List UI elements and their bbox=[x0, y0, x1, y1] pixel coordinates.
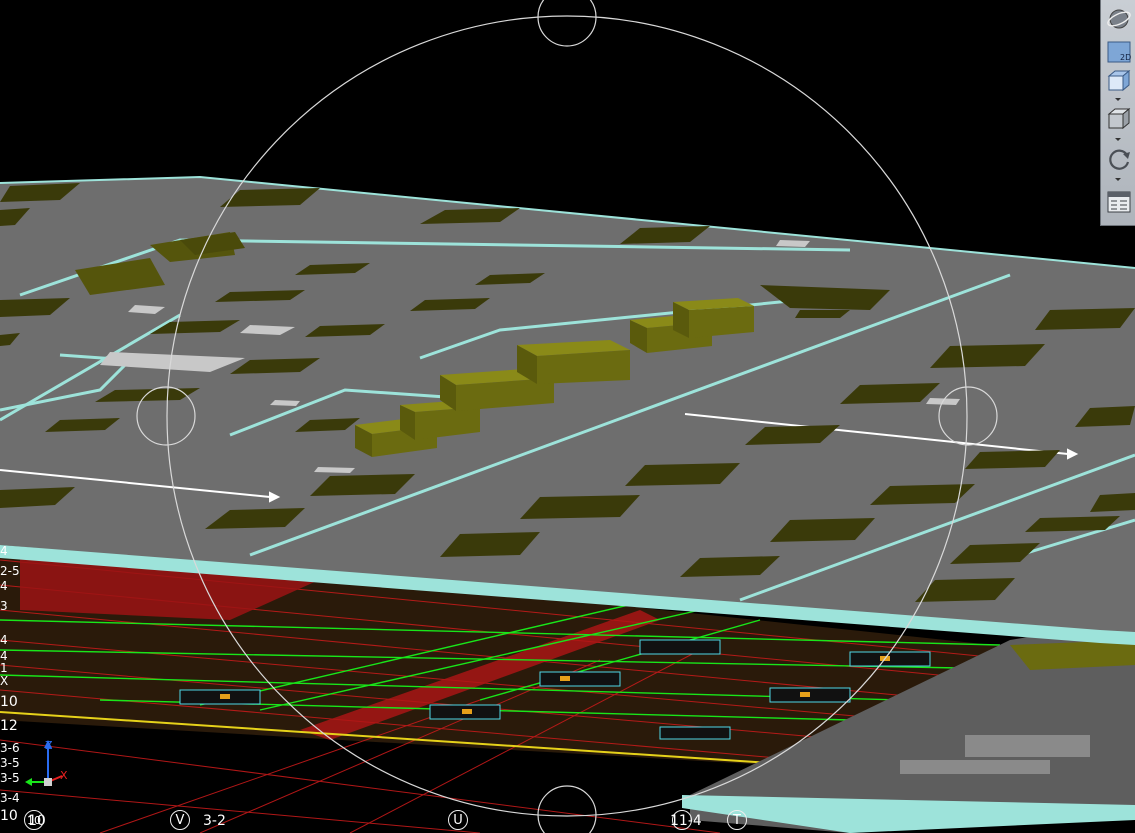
view-solid-box-icon bbox=[1107, 107, 1130, 130]
view-settings-panel-icon bbox=[1107, 191, 1130, 213]
view-2d-button[interactable]: 2D bbox=[1104, 37, 1133, 67]
side-label: 12 bbox=[0, 718, 18, 734]
view-solid-box-button[interactable] bbox=[1104, 104, 1133, 134]
orbit-handle-top bbox=[537, 0, 597, 47]
3d-viewport[interactable]: Z X 4 2-5 4 3 4 4 1 X 10 12 3-6 3-5 3-5 … bbox=[0, 0, 1135, 833]
view-2d-icon: 2D bbox=[1107, 41, 1131, 63]
grid-bubble: V bbox=[170, 810, 190, 830]
side-label: 4 bbox=[0, 633, 8, 647]
orbit-handle-bottom bbox=[537, 785, 597, 833]
orbit-rotate-icon bbox=[1108, 149, 1130, 170]
navigation-wheel-icon bbox=[1106, 9, 1131, 29]
side-label: 3-5 bbox=[0, 771, 20, 785]
chevron-down-icon[interactable] bbox=[1115, 178, 1121, 181]
model-scene[interactable] bbox=[0, 0, 1135, 833]
axis-z-label: Z bbox=[45, 739, 53, 752]
grid-label: 3-2 bbox=[203, 813, 226, 829]
side-label: 3-5 bbox=[0, 756, 20, 770]
view-3d-box-icon bbox=[1107, 69, 1130, 92]
side-label: 3 bbox=[0, 599, 8, 613]
view-3d-box-button[interactable] bbox=[1104, 66, 1133, 96]
side-label: 3-6 bbox=[0, 741, 20, 755]
side-label: 4 bbox=[0, 579, 8, 593]
chevron-down-icon[interactable] bbox=[1115, 138, 1121, 141]
grid-label: 11-4 bbox=[670, 813, 702, 829]
grid-bubble: T bbox=[727, 810, 747, 830]
side-label: 10 bbox=[0, 694, 18, 710]
side-label: 3-4 bbox=[0, 791, 20, 805]
navigation-wheel-button[interactable] bbox=[1104, 4, 1133, 34]
side-label: 10 bbox=[0, 808, 18, 824]
svg-text:2D: 2D bbox=[1120, 53, 1131, 62]
view-settings-button[interactable] bbox=[1104, 187, 1133, 217]
navigation-toolbar: 2D bbox=[1100, 0, 1135, 226]
grid-label: 10 bbox=[28, 813, 46, 829]
orbit-rotate-button[interactable] bbox=[1104, 144, 1133, 174]
axis-x-label: X bbox=[60, 769, 68, 782]
chevron-down-icon[interactable] bbox=[1115, 98, 1121, 101]
side-label: X bbox=[0, 674, 9, 688]
side-label: 2-5 bbox=[0, 564, 20, 578]
grid-bubble: U bbox=[448, 810, 468, 830]
side-label: 4 bbox=[0, 544, 8, 558]
